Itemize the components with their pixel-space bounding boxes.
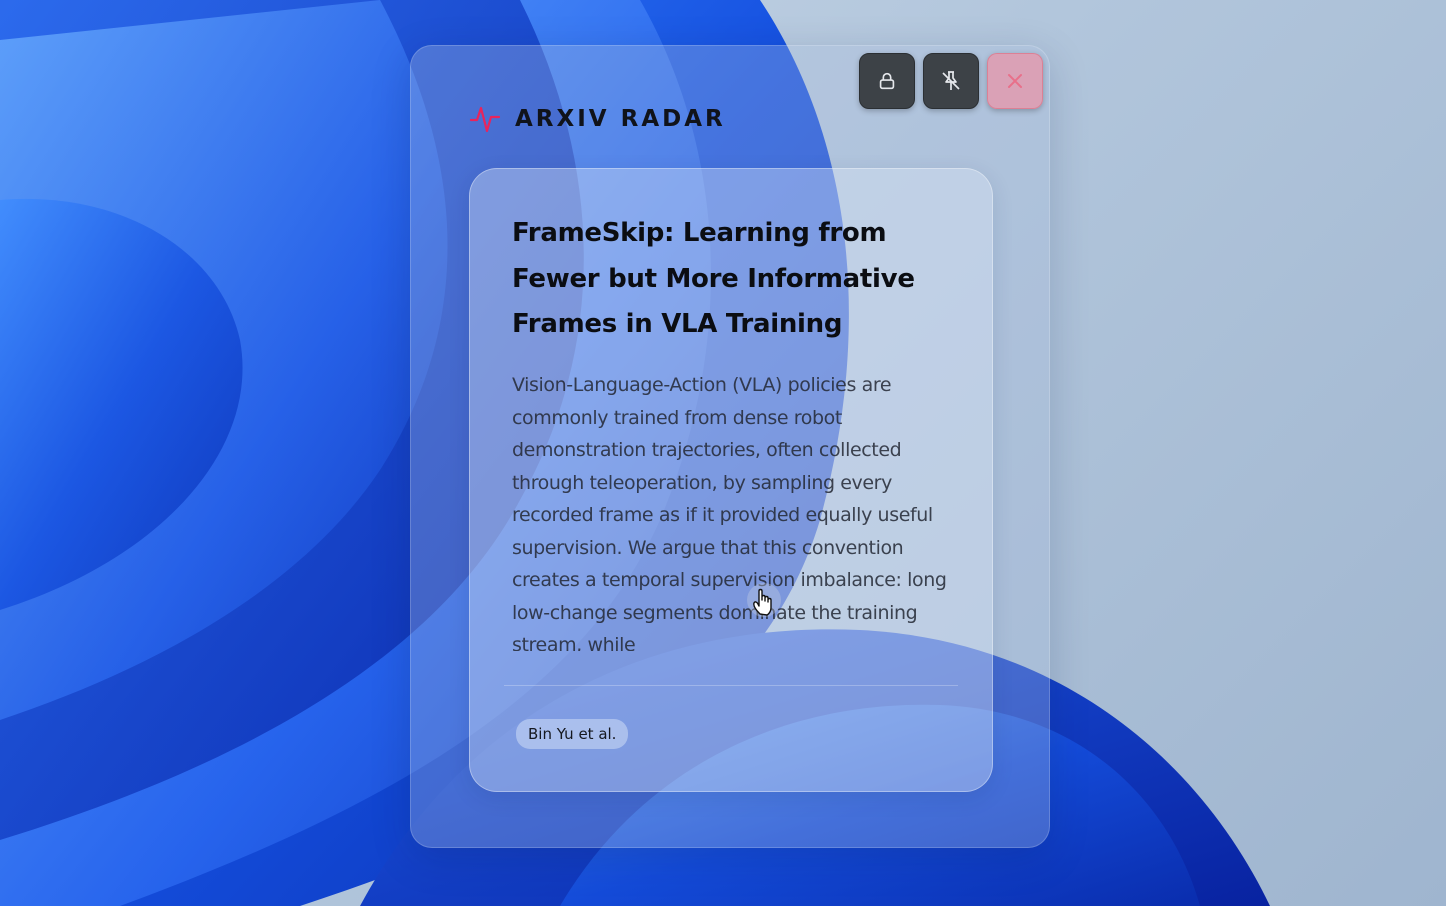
card-divider — [504, 685, 958, 686]
unpin-icon — [942, 71, 960, 90]
lock-button[interactable] — [859, 53, 915, 109]
hand-cursor-icon — [747, 583, 781, 617]
desktop: ARXIV RADAR FrameSkip: Learning from Few… — [0, 0, 1446, 906]
paper-card[interactable]: FrameSkip: Learning from Fewer but More … — [469, 168, 993, 792]
brand-name: ARXIV RADAR — [515, 106, 726, 132]
brand-header: ARXIV RADAR — [469, 101, 726, 137]
arxiv-radar-widget: ARXIV RADAR FrameSkip: Learning from Few… — [410, 45, 1050, 848]
close-button[interactable] — [987, 53, 1043, 109]
authors-chip: Bin Yu et al. — [516, 719, 629, 749]
close-icon — [1008, 74, 1022, 88]
paper-title: FrameSkip: Learning from Fewer but More … — [512, 218, 915, 339]
unpin-button[interactable] — [923, 53, 979, 109]
paper-abstract: Vision-Language-Action (VLA) policies ar… — [512, 374, 947, 651]
pulse-icon — [469, 106, 501, 133]
paper-abstract-container: Vision-Language-Action (VLA) policies ar… — [512, 369, 952, 651]
lock-icon — [879, 72, 895, 90]
